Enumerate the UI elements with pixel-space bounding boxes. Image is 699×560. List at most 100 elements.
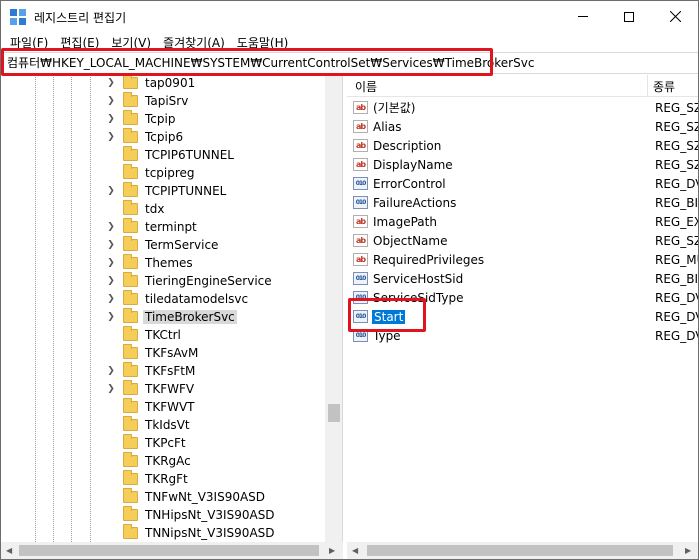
- expand-chevron-icon: [105, 200, 117, 218]
- tree-item[interactable]: TNFwNt_V3IS90ASD: [105, 488, 267, 506]
- value-type: REG_SZ: [655, 157, 698, 172]
- tree-item[interactable]: TKCtrl: [105, 326, 183, 344]
- folder-icon: [123, 164, 138, 179]
- value-name: Description: [373, 138, 442, 153]
- tree-vertical-scrollbar[interactable]: [325, 75, 342, 542]
- binary-value-icon: 010: [353, 177, 368, 190]
- list-header: 이름 종류: [347, 75, 698, 97]
- folder-icon: [123, 308, 138, 323]
- string-value-icon: ab: [353, 215, 368, 228]
- maximize-button[interactable]: [606, 1, 652, 32]
- tree-item-label: TkIdsVt: [145, 418, 190, 432]
- binary-value-icon: 010: [353, 272, 368, 285]
- tree-item[interactable]: tcpipreg: [105, 164, 197, 182]
- expand-chevron-icon[interactable]: ❯: [105, 128, 117, 146]
- value-name: ImagePath: [373, 214, 437, 229]
- tree-item[interactable]: tdx: [105, 200, 166, 218]
- value-name: (기본값): [373, 101, 416, 115]
- expand-chevron-icon[interactable]: ❯: [105, 92, 117, 110]
- value-row[interactable]: 010 ServiceHostSid REG_BIN: [353, 269, 698, 288]
- tree-item[interactable]: ❯ TermService: [105, 236, 220, 254]
- expand-chevron-icon[interactable]: ❯: [105, 218, 117, 236]
- value-row[interactable]: ab ObjectName REG_SZ: [353, 231, 698, 250]
- close-button[interactable]: [652, 1, 698, 32]
- value-row[interactable]: 010 ErrorControl REG_DV: [353, 174, 698, 193]
- tree-item[interactable]: ❯ TapiSrv: [105, 92, 190, 110]
- tree-item[interactable]: TKFWVT: [105, 398, 197, 416]
- scroll-right-arrow-icon[interactable]: ▶: [329, 546, 335, 555]
- title-bar[interactable]: 레지스트리 편집기: [1, 1, 698, 32]
- expand-chevron-icon[interactable]: ❯: [105, 362, 117, 380]
- value-row[interactable]: ab DisplayName REG_SZ: [353, 155, 698, 174]
- tree-item[interactable]: TCPIP6TUNNEL: [105, 146, 236, 164]
- value-name: ServiceHostSid: [373, 271, 464, 286]
- maximize-icon: [624, 11, 634, 22]
- list-hscroll-thumb[interactable]: [367, 545, 673, 556]
- value-row[interactable]: ab Alias REG_SZ: [353, 117, 698, 136]
- expand-chevron-icon: [105, 398, 117, 416]
- scroll-left-arrow-icon[interactable]: ◀: [352, 546, 358, 555]
- tree-item[interactable]: TKRgFt: [105, 470, 190, 488]
- tree-item[interactable]: ❯ TimeBrokerSvc: [105, 308, 237, 326]
- tree-scroll-thumb[interactable]: [328, 404, 340, 422]
- tree-item-label: TNNipsNt_V3IS90ASD: [145, 526, 275, 540]
- value-name: DisplayName: [373, 157, 453, 172]
- tree-item[interactable]: TNHipsNt_V3IS90ASD: [105, 506, 277, 524]
- tree-item[interactable]: ❯ TKFWFV: [105, 380, 196, 398]
- tree-item[interactable]: ❯ Tcpip: [105, 110, 177, 128]
- tree-hscroll-thumb[interactable]: [19, 545, 319, 556]
- expand-chevron-icon: [105, 416, 117, 434]
- tree-item[interactable]: TkIdsVt: [105, 416, 192, 434]
- column-header-type[interactable]: 종류: [653, 78, 675, 95]
- tree-item[interactable]: TKPcFt: [105, 434, 188, 452]
- tree-item-label: TimeBrokerSvc: [143, 310, 237, 324]
- tree-guide-line: [90, 75, 91, 542]
- expand-chevron-icon[interactable]: ❯: [105, 182, 117, 200]
- string-value-icon: ab: [353, 101, 368, 114]
- expand-chevron-icon: [105, 344, 117, 362]
- tree-item[interactable]: TNNipsNt_V3IS90ASD: [105, 524, 277, 542]
- scroll-left-arrow-icon[interactable]: ◀: [6, 546, 12, 555]
- tree-item[interactable]: ❯ terminpt: [105, 218, 199, 236]
- tree-item[interactable]: ❯ Tcpip6: [105, 128, 185, 146]
- expand-chevron-icon[interactable]: ❯: [105, 308, 117, 326]
- column-divider[interactable]: [647, 75, 648, 97]
- tree-item[interactable]: TKFsAvM: [105, 344, 200, 362]
- value-row[interactable]: ab ImagePath REG_EXI: [353, 212, 698, 231]
- value-type: REG_SZ: [655, 138, 698, 153]
- tree-item-label: TCPIPTUNNEL: [145, 184, 227, 198]
- expand-chevron-icon: [105, 524, 117, 542]
- tree-item-label: TNHipsNt_V3IS90ASD: [145, 508, 275, 522]
- value-row[interactable]: ab (기본값) REG_SZ: [353, 98, 698, 117]
- value-name: FailureActions: [373, 195, 457, 210]
- scroll-right-arrow-icon[interactable]: ▶: [685, 546, 691, 555]
- expand-chevron-icon[interactable]: ❯: [105, 380, 117, 398]
- tree-item[interactable]: ❯ tap0901: [105, 75, 197, 92]
- value-row[interactable]: ab Description REG_SZ: [353, 136, 698, 155]
- tree-item[interactable]: ❯ TCPIPTUNNEL: [105, 182, 228, 200]
- expand-chevron-icon[interactable]: ❯: [105, 236, 117, 254]
- value-name: ErrorControl: [373, 176, 446, 191]
- close-icon: [669, 11, 681, 22]
- folder-icon: [123, 200, 138, 215]
- expand-chevron-icon: [105, 470, 117, 488]
- expand-chevron-icon[interactable]: ❯: [105, 254, 117, 272]
- column-header-name[interactable]: 이름: [355, 78, 377, 95]
- expand-chevron-icon: [105, 452, 117, 470]
- tree-guide-line: [53, 75, 54, 542]
- tree-guide-line: [35, 75, 36, 542]
- expand-chevron-icon[interactable]: ❯: [105, 290, 117, 308]
- expand-chevron-icon[interactable]: ❯: [105, 110, 117, 128]
- expand-chevron-icon: [105, 164, 117, 182]
- tree-item[interactable]: ❯ Themes: [105, 254, 195, 272]
- expand-chevron-icon[interactable]: ❯: [105, 75, 117, 92]
- value-row[interactable]: 010 FailureActions REG_BIN: [353, 193, 698, 212]
- tree-item[interactable]: ❯ tiledatamodelsvc: [105, 290, 250, 308]
- string-value-icon: ab: [353, 234, 368, 247]
- expand-chevron-icon[interactable]: ❯: [105, 272, 117, 290]
- tree-item[interactable]: ❯ TieringEngineService: [105, 272, 274, 290]
- value-row[interactable]: ab RequiredPrivileges REG_MU: [353, 250, 698, 269]
- tree-item[interactable]: ❯ TKFsFtM: [105, 362, 197, 380]
- minimize-button[interactable]: [560, 1, 606, 32]
- tree-item[interactable]: TKRgAc: [105, 452, 193, 470]
